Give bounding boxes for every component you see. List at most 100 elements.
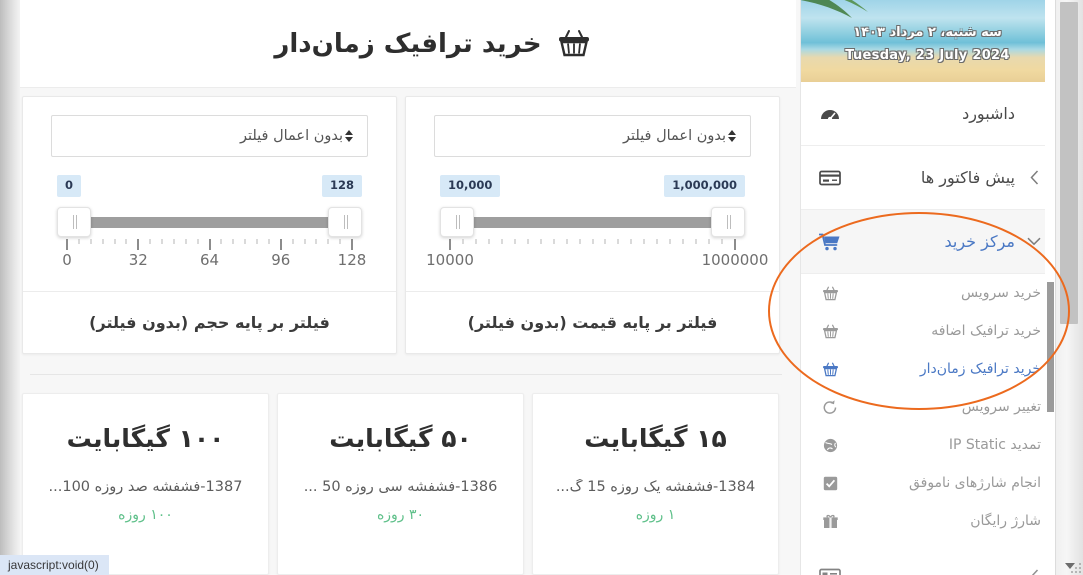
sidebar-scrollbar-thumb[interactable] <box>1047 282 1054 412</box>
sidebar-submenu-shopping-center: خرید سرویس خرید ترافیک اضافه خرید ترافیک… <box>801 274 1055 540</box>
product-title: ۱۵ گیگابایت <box>584 424 727 453</box>
slider-tick <box>592 239 593 244</box>
refresh-icon <box>817 399 843 415</box>
volume-filter-footer: فیلتر بر پایه حجم (بدون فیلتر) <box>23 291 396 353</box>
slider-tick <box>643 239 645 244</box>
banner-date-fa: سه شنبه، ۲ مرداد ۱۴۰۳ <box>853 25 1002 40</box>
chevron-updown-icon <box>726 130 738 142</box>
slider-tick <box>604 239 606 244</box>
price-filter-select-value: بدون اعمال فیلتر <box>622 128 726 144</box>
chevron-updown-icon <box>343 130 355 142</box>
price-filter-select[interactable]: بدون اعمال فیلتر <box>434 115 751 157</box>
slider-tick <box>339 239 341 244</box>
sidebar-item-dashboard-label: داشبورد <box>962 104 1015 123</box>
sidebar-item-preinvoices[interactable]: پیش فاکتور ها <box>801 146 1055 210</box>
slider-tick <box>102 239 104 244</box>
main-content: خرید ترافیک زمان‌دار بدون اعمال فیلتر 0 <box>14 0 796 575</box>
browser-scrollbar[interactable] <box>1055 0 1083 575</box>
chevron-left-icon <box>1027 568 1041 575</box>
slider-axis-label: 1000000 <box>701 251 769 269</box>
volume-slider-handle-min[interactable] <box>57 207 91 237</box>
slider-tick <box>656 239 658 244</box>
sidebar-subitem-3[interactable]: تغییر سرویس <box>801 388 1055 426</box>
slider-tick <box>256 239 258 244</box>
price-filter-footer-text: فیلتر بر پایه قیمت (بدون فیلتر) <box>467 313 718 332</box>
sidebar: سه شنبه، ۲ مرداد ۱۴۰۳ Tuesday, 23 July 2… <box>800 0 1055 575</box>
volume-filter-select[interactable]: بدون اعمال فیلتر <box>51 115 368 157</box>
sidebar-item-preinvoices-label: پیش فاکتور ها <box>920 168 1015 187</box>
volume-range-slider[interactable]: 0 128 0 32 64 96 128 <box>51 175 368 285</box>
slider-tick <box>669 239 671 244</box>
volume-slider-handle-max[interactable] <box>328 207 362 237</box>
sidebar-item-shopping-center-label: مرکز خرید <box>944 232 1016 251</box>
basket-icon <box>817 362 843 377</box>
slider-tick-major <box>351 239 353 250</box>
sidebar-item-shopping-center[interactable]: مرکز خرید <box>801 210 1055 274</box>
browser-scrollbar-thumb[interactable] <box>1060 2 1078 324</box>
slider-tick-major <box>137 239 140 250</box>
slider-tick <box>514 239 516 244</box>
product-card[interactable]: ۵۰ گیگابایت 1386-فشفشه سی روزه 50 ... ۳۰ ر… <box>277 393 524 575</box>
sidebar-subitem-label: تغییر سرویس <box>961 399 1041 415</box>
page-header: خرید ترافیک زمان‌دار <box>14 0 796 88</box>
sidebar-subitem-label: انجام شارژهای ناموفق <box>908 475 1041 491</box>
banner-date-en: Tuesday, 23 July 2024 <box>845 48 1010 63</box>
slider-tick-major <box>279 239 282 250</box>
sidebar-subitem-2[interactable]: خرید ترافیک زمان‌دار <box>801 350 1055 388</box>
slider-axis-label: 32 <box>128 251 148 269</box>
sidebar-subitem-4[interactable]: تمدید IP Static <box>801 426 1055 464</box>
sidebar-date-banner: سه شنبه، ۲ مرداد ۱۴۰۳ Tuesday, 23 July 2… <box>801 0 1055 82</box>
credit-card-icon <box>817 170 843 186</box>
volume-filter-footer-text: فیلتر بر پایه حجم (بدون فیلتر) <box>89 313 330 332</box>
price-slider-min-bubble: 10,000 <box>440 175 501 197</box>
product-card[interactable]: ۱۰۰ گیگابایت 1387-فشفشه صد روزه 100... ۱۰۰… <box>22 393 269 575</box>
slider-axis-label: 10000 <box>426 251 474 269</box>
slider-tick <box>566 239 568 244</box>
slider-tick <box>185 239 187 244</box>
chevron-left-icon <box>1027 170 1041 185</box>
price-slider-track <box>450 217 735 228</box>
checkbox-icon <box>817 476 843 491</box>
page-title: خرید ترافیک زمان‌دار <box>274 28 542 59</box>
dashboard-gauge-icon <box>817 106 843 122</box>
page-left-shadow <box>0 0 20 575</box>
sidebar-item-dashboard[interactable]: داشبورد <box>801 82 1055 146</box>
filter-card-price: بدون اعمال فیلتر 10,000 1,000,000 10000 … <box>405 96 780 354</box>
section-divider <box>30 374 782 375</box>
volume-slider-track <box>67 217 352 228</box>
slider-tick <box>527 239 529 244</box>
slider-tick <box>90 239 92 244</box>
slider-tick <box>695 239 697 244</box>
slider-tick <box>304 239 305 244</box>
product-card[interactable]: ۱۵ گیگابایت 1384-فشفشه یک روزه 15 گ... ۱ ر… <box>532 393 779 575</box>
sidebar-subitem-label: شارژ رایگان <box>970 513 1041 529</box>
price-slider-handle-max[interactable] <box>711 207 745 237</box>
price-slider-axis-labels: 10000 1000000 <box>426 251 768 273</box>
sidebar-scrollbar[interactable] <box>1045 0 1055 575</box>
basket-icon <box>817 286 843 301</box>
sidebar-item-cutoff[interactable] <box>801 544 1055 575</box>
slider-tick-major <box>208 239 211 250</box>
product-description: 1386-فشفشه سی روزه 50 ... <box>303 479 498 495</box>
volume-slider-axis-labels: 0 32 64 96 128 <box>62 251 366 273</box>
slider-tick-major <box>449 239 451 250</box>
sidebar-subitem-label: خرید سرویس <box>960 285 1041 301</box>
slider-tick <box>173 239 175 244</box>
sidebar-subitem-1[interactable]: خرید ترافیک اضافه <box>801 312 1055 350</box>
sidebar-subitem-0[interactable]: خرید سرویس <box>801 274 1055 312</box>
volume-filter-select-value: بدون اعمال فیلتر <box>239 128 343 144</box>
slider-axis-label: 96 <box>271 251 291 269</box>
slider-tick-major <box>734 239 736 250</box>
volume-slider-min-bubble: 0 <box>57 175 82 197</box>
status-bar-link-tooltip: javascript:void(0) <box>0 555 109 575</box>
sidebar-subitem-5[interactable]: انجام شارژهای ناموفق <box>801 464 1055 502</box>
slider-tick <box>292 239 294 244</box>
sidebar-subitem-6[interactable]: شارژ رایگان <box>801 502 1055 540</box>
slider-tick <box>630 239 632 244</box>
slider-tick <box>125 239 127 244</box>
price-slider-ticks <box>449 239 736 251</box>
product-duration: ۱۰۰ روزه <box>118 507 173 523</box>
price-range-slider[interactable]: 10,000 1,000,000 10000 1000000 <box>426 175 768 285</box>
filter-card-volume: بدون اعمال فیلتر 0 128 0 32 64 96 128 فی… <box>22 96 397 354</box>
price-slider-handle-min[interactable] <box>440 207 474 237</box>
